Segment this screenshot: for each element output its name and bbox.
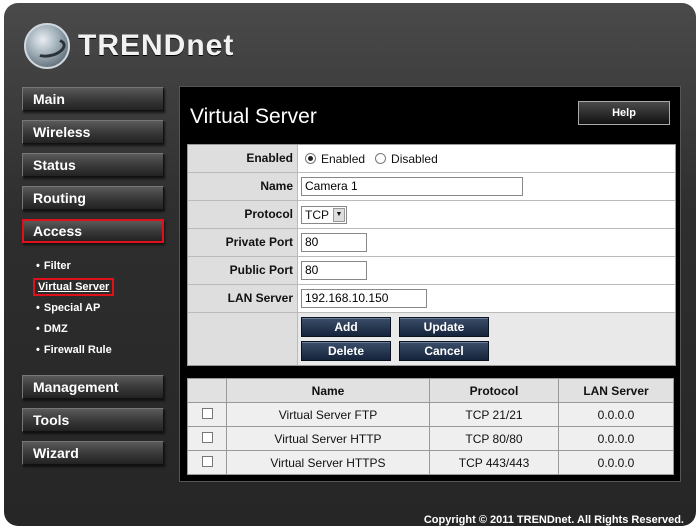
table-row: Virtual Server FTP TCP 21/21 0.0.0.0 bbox=[187, 402, 674, 427]
row-name: Virtual Server HTTPS bbox=[226, 450, 430, 475]
row-name: Virtual Server FTP bbox=[226, 402, 430, 427]
protocol-label: Protocol bbox=[188, 201, 298, 228]
page-title: Virtual Server bbox=[190, 105, 317, 128]
subnav-label: Firewall Rule bbox=[43, 344, 112, 356]
router-admin-frame: TRENDnet Main Wireless Status Routing Ac… bbox=[4, 3, 696, 526]
row-lan-server: 0.0.0.0 bbox=[558, 402, 674, 427]
name-column-header: Name bbox=[226, 378, 430, 403]
name-input[interactable]: Camera 1 bbox=[301, 177, 523, 196]
action-buttons-row: Add Update Delete Cancel bbox=[188, 313, 675, 365]
row-lan-server: 0.0.0.0 bbox=[558, 426, 674, 451]
nav-status[interactable]: Status bbox=[22, 153, 164, 177]
row-name: Virtual Server HTTP bbox=[226, 426, 430, 451]
delete-button[interactable]: Delete bbox=[301, 341, 391, 361]
add-button[interactable]: Add bbox=[301, 317, 391, 337]
nav-management[interactable]: Management bbox=[22, 375, 164, 399]
public-port-label: Public Port bbox=[188, 257, 298, 284]
subnav-dmz[interactable]: • DMZ bbox=[30, 319, 164, 340]
lan-server-row: LAN Server 192.168.10.150 bbox=[188, 285, 675, 313]
public-port-row: Public Port 80 bbox=[188, 257, 675, 285]
enabled-row: Enabled Enabled Disabled bbox=[188, 145, 675, 173]
disabled-option-label: Disabled bbox=[391, 151, 438, 166]
row-checkbox[interactable] bbox=[201, 455, 213, 467]
subnav-special-ap[interactable]: • Special AP bbox=[30, 298, 164, 319]
subnav-label: Filter bbox=[43, 260, 71, 272]
protocol-select[interactable]: TCP ▼ bbox=[301, 205, 347, 224]
subnav-label: Virtual Server bbox=[33, 278, 115, 296]
nav-routing[interactable]: Routing bbox=[22, 186, 164, 210]
subnav-virtual-server[interactable]: Virtual Server bbox=[30, 277, 164, 298]
public-port-input[interactable]: 80 bbox=[301, 261, 367, 280]
sidebar: Main Wireless Status Routing Access • Fil… bbox=[22, 87, 164, 474]
bullet-icon: • bbox=[36, 323, 40, 335]
name-label: Name bbox=[188, 173, 298, 200]
table-row: Virtual Server HTTPS TCP 443/443 0.0.0.0 bbox=[187, 450, 674, 475]
subnav-filter[interactable]: • Filter bbox=[30, 256, 164, 277]
protocol-selected: TCP bbox=[305, 207, 329, 222]
row-protocol: TCP 443/443 bbox=[429, 450, 559, 475]
copyright-text: Copyright © 2011 TRENDnet. All Rights Re… bbox=[423, 514, 684, 526]
chevron-down-icon: ▼ bbox=[333, 207, 345, 222]
lan-server-label: LAN Server bbox=[188, 285, 298, 312]
protocol-column-header: Protocol bbox=[429, 378, 559, 403]
subnav-firewall-rule[interactable]: • Firewall Rule bbox=[30, 340, 164, 361]
enabled-label: Enabled bbox=[188, 145, 298, 172]
nav-main[interactable]: Main bbox=[22, 87, 164, 111]
globe-icon bbox=[24, 23, 70, 69]
brand-name: TRENDnet bbox=[78, 29, 235, 62]
virtual-server-table: Name Protocol LAN Server Virtual Server … bbox=[187, 378, 674, 475]
enabled-radio[interactable] bbox=[305, 153, 316, 164]
table-row: Virtual Server HTTP TCP 80/80 0.0.0.0 bbox=[187, 426, 674, 451]
subnav-label: Special AP bbox=[43, 302, 101, 314]
row-protocol: TCP 21/21 bbox=[429, 402, 559, 427]
access-submenu: • Filter Virtual Server • Special AP • DMZ … bbox=[30, 250, 164, 365]
nav-wizard[interactable]: Wizard bbox=[22, 441, 164, 465]
nav-tools[interactable]: Tools bbox=[22, 408, 164, 432]
main-panel: Virtual Server Help Enabled Enabled Disa… bbox=[179, 86, 681, 482]
enabled-option-label: Enabled bbox=[321, 151, 366, 166]
subnav-label: DMZ bbox=[43, 323, 68, 335]
enabled-options: Enabled Disabled bbox=[298, 145, 675, 172]
row-checkbox[interactable] bbox=[201, 407, 213, 419]
name-row: Name Camera 1 bbox=[188, 173, 675, 201]
row-checkbox[interactable] bbox=[201, 431, 213, 443]
bullet-icon: • bbox=[36, 344, 40, 356]
cancel-button[interactable]: Cancel bbox=[399, 341, 489, 361]
bullet-icon: • bbox=[36, 260, 40, 272]
protocol-row: Protocol TCP ▼ bbox=[188, 201, 675, 229]
lan-server-input[interactable]: 192.168.10.150 bbox=[301, 289, 427, 308]
private-port-row: Private Port 80 bbox=[188, 229, 675, 257]
update-button[interactable]: Update bbox=[399, 317, 489, 337]
disabled-radio[interactable] bbox=[375, 153, 387, 164]
virtual-server-form: Enabled Enabled Disabled Name Camera 1 P… bbox=[187, 144, 676, 366]
lan-server-column-header: LAN Server bbox=[558, 378, 674, 403]
private-port-label: Private Port bbox=[188, 229, 298, 256]
row-lan-server: 0.0.0.0 bbox=[558, 450, 674, 475]
bullet-icon: • bbox=[36, 302, 40, 314]
select-column-header bbox=[187, 378, 227, 403]
nav-wireless[interactable]: Wireless bbox=[22, 120, 164, 144]
trendnet-logo: TRENDnet bbox=[24, 21, 234, 71]
nav-access[interactable]: Access bbox=[22, 219, 164, 243]
action-spacer bbox=[188, 313, 298, 365]
table-header: Name Protocol LAN Server bbox=[187, 378, 674, 403]
row-protocol: TCP 80/80 bbox=[429, 426, 559, 451]
private-port-input[interactable]: 80 bbox=[301, 233, 367, 252]
help-button[interactable]: Help bbox=[578, 101, 670, 125]
